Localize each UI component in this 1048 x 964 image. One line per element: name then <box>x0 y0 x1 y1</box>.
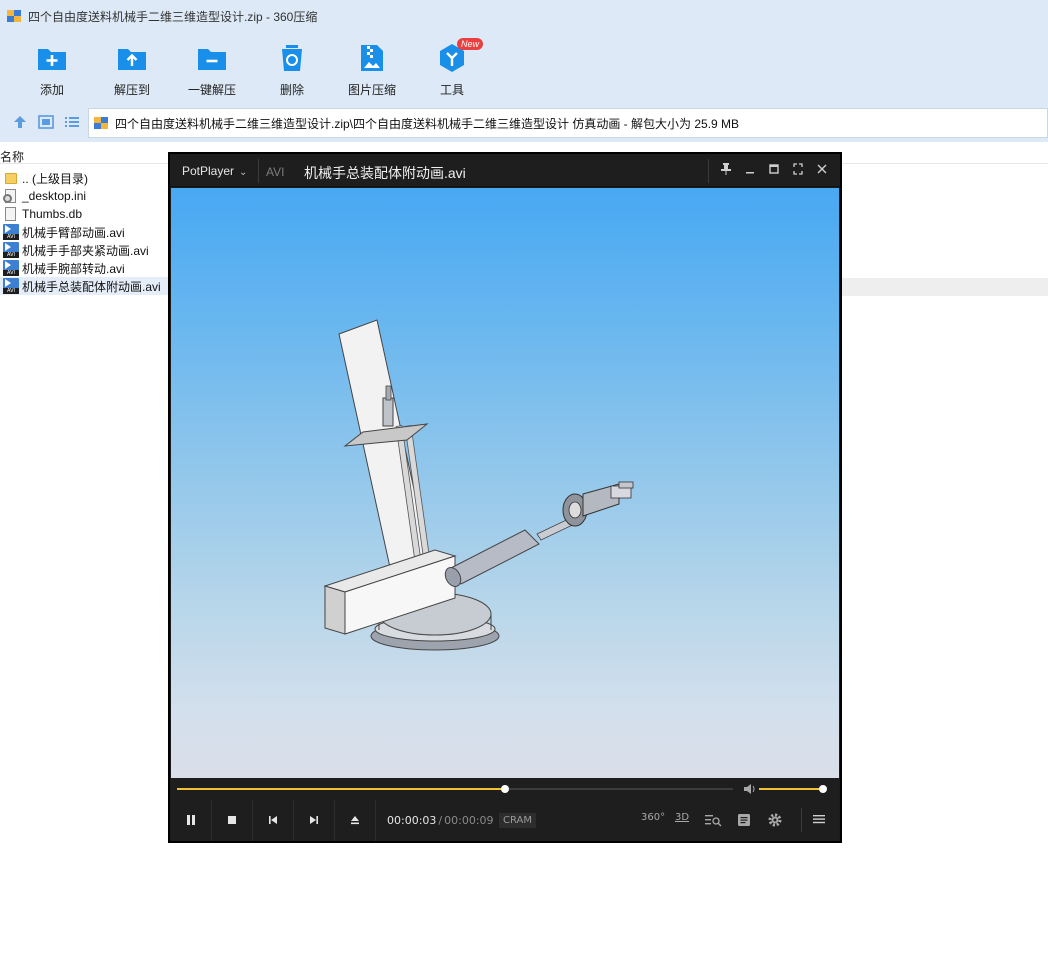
pin-icon[interactable] <box>718 162 734 178</box>
thumbnail-view-icon[interactable] <box>37 113 55 131</box>
add-button[interactable]: 添加 <box>12 38 92 100</box>
tools-label: 工具 <box>439 83 464 97</box>
zip-file-icon <box>93 115 109 131</box>
extract-to-label: 解压到 <box>113 83 150 97</box>
current-time: 00:00:03 <box>387 814 437 827</box>
playlist-search-icon[interactable] <box>703 812 723 830</box>
stop-button[interactable] <box>212 800 253 841</box>
potplayer-window: PotPlayer ⌄ AVI 机械手总装配体附动画.avi 00:00:03 … <box>168 152 842 843</box>
file-name: 机械手总装配体附动画.avi <box>22 279 161 294</box>
eject-icon <box>351 816 359 825</box>
progress-row <box>171 778 839 800</box>
skip-next-icon <box>310 816 318 824</box>
avi-file-icon: AVI <box>3 260 19 276</box>
image-compress-button[interactable]: 图片压缩 <box>332 38 412 100</box>
address-bar: 四个自由度送料机械手二维三维造型设计.zip\四个自由度送料机械手二维三维造型设… <box>0 102 1048 142</box>
list-item[interactable]: AVI 机械手臂部动画.avi <box>0 223 170 241</box>
maximize-icon[interactable] <box>766 162 782 178</box>
list-view-icon[interactable] <box>63 113 81 131</box>
file-name: 机械手臂部动画.avi <box>22 225 125 240</box>
selection-highlight <box>840 278 1048 296</box>
extract-to-icon <box>118 49 146 70</box>
extract-to-button[interactable]: 解压到 <box>92 38 172 100</box>
list-item[interactable]: _desktop.ini <box>0 187 170 205</box>
player-file-title: 机械手总装配体附动画.avi <box>304 165 466 181</box>
total-time: 00:00:09 <box>444 814 494 827</box>
seek-bar-handle[interactable] <box>501 785 510 793</box>
delete-label: 删除 <box>279 83 304 97</box>
main-toolbar: 添加 解压到 一键解压 删除 图片压缩 New 工具 <box>0 32 1048 102</box>
pause-icon <box>187 815 195 825</box>
volume-fill <box>759 788 823 790</box>
path-text: 四个自由度送料机械手二维三维造型设计.zip\四个自由度送料机械手二维三维造型设… <box>115 116 740 131</box>
ini-file-icon <box>3 188 19 204</box>
robot-arm-video-frame <box>323 319 634 651</box>
divider <box>258 159 259 183</box>
list-item[interactable]: AVI 机械手手部夹紧动画.avi <box>0 241 170 259</box>
window-title: 四个自由度送料机械手二维三维造型设计.zip - 360压缩 <box>28 9 318 24</box>
delete-button[interactable]: 删除 <box>252 38 332 100</box>
format-badge: AVI <box>266 165 285 179</box>
subtitle-icon[interactable] <box>734 812 754 830</box>
one-click-extract-label: 一键解压 <box>187 83 236 97</box>
add-icon <box>38 49 66 70</box>
minimize-icon[interactable] <box>742 162 758 178</box>
one-click-extract-icon <box>198 49 226 70</box>
file-name: 机械手腕部转动.avi <box>22 261 125 276</box>
new-badge: New <box>457 38 484 50</box>
close-icon[interactable] <box>814 162 830 178</box>
pause-button[interactable] <box>171 800 212 841</box>
player-titlebar: PotPlayer ⌄ AVI 机械手总装配体附动画.avi <box>170 154 840 187</box>
list-item[interactable]: AVI 机械手腕部转动.avi <box>0 259 170 277</box>
one-click-extract-button[interactable]: 一键解压 <box>172 38 252 100</box>
seek-bar-fill <box>177 788 506 790</box>
player-menu-button[interactable]: PotPlayer ⌄ <box>182 164 247 178</box>
fullscreen-icon[interactable] <box>790 162 806 178</box>
codec-badge: CRAM <box>499 813 536 828</box>
tools-button[interactable]: New 工具 <box>412 38 492 100</box>
stop-icon <box>228 816 236 824</box>
delete-icon <box>282 45 302 71</box>
3d-button[interactable]: 3D <box>672 812 692 830</box>
vr-360-button[interactable]: 360° <box>641 812 665 830</box>
volume-slider[interactable] <box>759 785 827 793</box>
volume-handle[interactable] <box>819 785 827 793</box>
list-item[interactable]: Thumbs.db <box>0 205 170 223</box>
player-brand: PotPlayer <box>182 164 235 178</box>
chevron-down-icon: ⌄ <box>239 167 248 178</box>
player-controls: 00:00:03/00:00:09 CRAM 360° 3D <box>171 800 839 841</box>
image-compress-icon <box>361 45 383 71</box>
folder-icon <box>3 170 19 186</box>
previous-button[interactable] <box>253 800 294 841</box>
add-label: 添加 <box>39 83 64 97</box>
list-item-selected[interactable]: AVI 机械手总装配体附动画.avi <box>0 277 170 295</box>
video-area[interactable] <box>171 188 839 778</box>
time-display: 00:00:03/00:00:09 <box>387 814 494 827</box>
db-file-icon <box>3 206 19 222</box>
window-titlebar: 四个自由度送料机械手二维三维造型设计.zip - 360压缩 <box>0 0 1048 32</box>
avi-file-icon: AVI <box>3 224 19 240</box>
file-name: .. (上级目录) <box>22 171 88 186</box>
settings-gear-icon[interactable] <box>765 812 785 830</box>
path-field[interactable]: 四个自由度送料机械手二维三维造型设计.zip\四个自由度送料机械手二维三维造型设… <box>88 108 1048 138</box>
skip-previous-icon <box>269 816 277 824</box>
up-arrow-icon[interactable] <box>11 113 29 131</box>
avi-file-icon: AVI <box>3 278 19 294</box>
divider <box>801 808 802 832</box>
avi-file-icon: AVI <box>3 242 19 258</box>
image-compress-label: 图片压缩 <box>347 83 396 97</box>
seek-bar[interactable] <box>177 785 733 793</box>
file-name: 机械手手部夹紧动画.avi <box>22 243 149 258</box>
file-name: Thumbs.db <box>22 207 83 221</box>
file-name: _desktop.ini <box>22 189 87 203</box>
volume-icon[interactable] <box>743 783 757 795</box>
app-logo-icon <box>6 8 22 24</box>
menu-hamburger-icon[interactable] <box>809 812 829 830</box>
next-button[interactable] <box>294 800 335 841</box>
eject-button[interactable] <box>335 800 376 841</box>
list-item[interactable]: .. (上级目录) <box>0 169 170 187</box>
divider <box>708 159 709 183</box>
